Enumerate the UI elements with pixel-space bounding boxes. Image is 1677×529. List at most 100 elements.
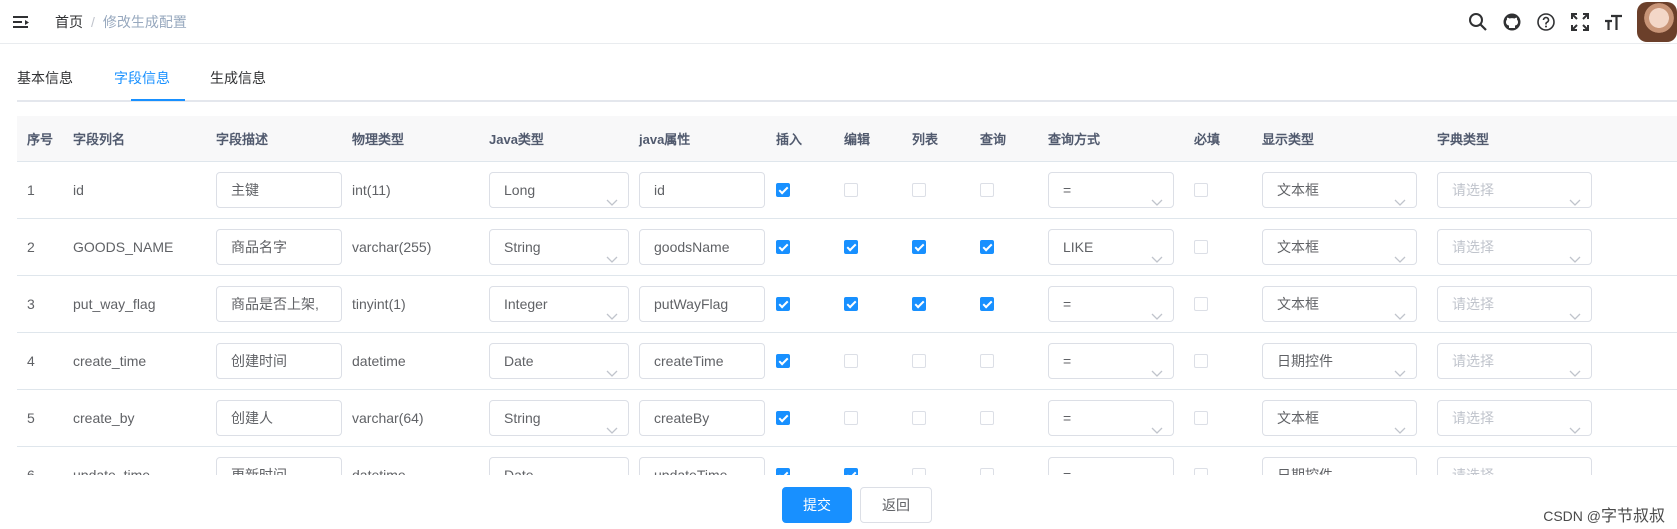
list-checkbox[interactable] bbox=[912, 296, 926, 311]
edit-checkbox[interactable] bbox=[844, 353, 858, 368]
display-type-select[interactable]: 日期控件 bbox=[1262, 456, 1417, 475]
java-type-select-cell: String bbox=[479, 389, 629, 447]
java-type-select-value: Date bbox=[504, 466, 534, 476]
list-checkbox[interactable] bbox=[912, 410, 926, 425]
dict-type-select[interactable]: 请选择 bbox=[1437, 285, 1592, 322]
insert-checkbox[interactable] bbox=[776, 410, 790, 425]
java-type-select[interactable]: Date bbox=[489, 342, 629, 379]
display-type-select[interactable]: 文本框 bbox=[1262, 285, 1417, 322]
list-checkbox[interactable] bbox=[912, 239, 926, 254]
tab-generate-info[interactable]: 生成信息 bbox=[210, 68, 266, 88]
query-type-select-value: LIKE bbox=[1063, 238, 1094, 255]
column-header: 查询方式 bbox=[1038, 116, 1184, 162]
java-property-input[interactable]: id bbox=[639, 171, 765, 208]
navbar-right-menu bbox=[1461, 0, 1677, 44]
github-icon[interactable] bbox=[1502, 12, 1522, 32]
edit-checkbox[interactable] bbox=[844, 182, 858, 197]
font-size-icon[interactable] bbox=[1604, 12, 1624, 32]
insert-checkbox[interactable] bbox=[776, 239, 790, 254]
query-checkbox[interactable] bbox=[980, 182, 994, 197]
required-checkbox[interactable] bbox=[1194, 467, 1208, 475]
description-input[interactable]: 更新时间 bbox=[216, 456, 342, 475]
breadcrumb-home[interactable]: 首页 bbox=[55, 12, 83, 32]
list-checkbox[interactable] bbox=[912, 182, 926, 197]
hamburger-menu-icon[interactable] bbox=[12, 12, 32, 32]
edit-checkbox[interactable] bbox=[844, 239, 858, 254]
query-type-select[interactable]: = bbox=[1048, 399, 1174, 436]
display-type-select[interactable]: 文本框 bbox=[1262, 228, 1417, 265]
query-checkbox[interactable] bbox=[980, 296, 994, 311]
java-property-input[interactable]: updateTime bbox=[639, 456, 765, 475]
query-checkbox[interactable] bbox=[980, 239, 994, 254]
description-input[interactable]: 创建时间 bbox=[216, 342, 342, 379]
chevron-down-icon bbox=[1151, 185, 1163, 206]
description-input[interactable]: 主键 bbox=[216, 171, 342, 208]
tab-field-info[interactable]: 字段信息 bbox=[114, 68, 170, 88]
java-type-select[interactable]: String bbox=[489, 399, 629, 436]
edit-checkbox[interactable] bbox=[844, 467, 858, 475]
query-type-select[interactable]: LIKE bbox=[1048, 228, 1174, 265]
java-type-select[interactable]: Integer bbox=[489, 285, 629, 322]
insert-checkbox[interactable] bbox=[776, 296, 790, 311]
column-header: 列表 bbox=[902, 116, 970, 162]
query-checkbox[interactable] bbox=[980, 410, 994, 425]
required-checkbox[interactable] bbox=[1194, 353, 1208, 368]
description-input[interactable]: 商品名字 bbox=[216, 228, 342, 265]
java-type-select[interactable]: Date bbox=[489, 456, 629, 476]
search-icon[interactable] bbox=[1468, 12, 1488, 32]
java-type-select[interactable]: String bbox=[489, 228, 629, 265]
required-checkbox[interactable] bbox=[1194, 296, 1208, 311]
query-type-select[interactable]: = bbox=[1048, 171, 1174, 208]
required-checkbox[interactable] bbox=[1194, 410, 1208, 425]
query-type-select[interactable]: = bbox=[1048, 342, 1174, 379]
java-property-input[interactable]: goodsName bbox=[639, 228, 765, 265]
java-type-select[interactable]: Long bbox=[489, 171, 629, 208]
list-checkbox[interactable] bbox=[912, 467, 926, 475]
display-type-select-value: 文本框 bbox=[1277, 295, 1319, 312]
edit-checkbox[interactable] bbox=[844, 410, 858, 425]
dict-type-select[interactable]: 请选择 bbox=[1437, 171, 1592, 208]
query-checkbox-cell bbox=[970, 161, 1038, 219]
fullscreen-icon[interactable] bbox=[1570, 12, 1590, 32]
insert-checkbox-cell bbox=[766, 389, 834, 447]
edit-checkbox-cell bbox=[834, 446, 902, 475]
help-icon[interactable] bbox=[1536, 12, 1556, 32]
query-checkbox[interactable] bbox=[980, 353, 994, 368]
insert-checkbox[interactable] bbox=[776, 353, 790, 368]
watermark: CSDN @字节叔叔 bbox=[1543, 502, 1665, 526]
query-type-select[interactable]: = bbox=[1048, 456, 1174, 475]
display-type-select[interactable]: 文本框 bbox=[1262, 171, 1417, 208]
back-button[interactable]: 返回 bbox=[860, 487, 932, 523]
required-checkbox[interactable] bbox=[1194, 182, 1208, 197]
insert-checkbox[interactable] bbox=[776, 182, 790, 197]
submit-button[interactable]: 提交 bbox=[782, 487, 852, 523]
display-type-select[interactable]: 日期控件 bbox=[1262, 342, 1417, 379]
list-checkbox-cell bbox=[902, 389, 970, 447]
dict-type-select[interactable]: 请选择 bbox=[1437, 228, 1592, 265]
java-property-input[interactable]: createBy bbox=[639, 399, 765, 436]
column-header: 查询 bbox=[970, 116, 1038, 162]
list-checkbox[interactable] bbox=[912, 353, 926, 368]
dict-type-select-value: 请选择 bbox=[1452, 295, 1494, 312]
avatar[interactable] bbox=[1637, 2, 1677, 42]
required-checkbox[interactable] bbox=[1194, 239, 1208, 254]
java-property-input[interactable]: createTime bbox=[639, 342, 765, 379]
description-input[interactable]: 创建人 bbox=[216, 399, 342, 436]
dict-type-select[interactable]: 请选择 bbox=[1437, 456, 1592, 475]
query-checkbox[interactable] bbox=[980, 467, 994, 475]
java-property-input[interactable]: putWayFlag bbox=[639, 285, 765, 322]
display-type-select-cell: 文本框 bbox=[1252, 161, 1427, 219]
required-checkbox-cell bbox=[1184, 218, 1252, 276]
display-type-select[interactable]: 文本框 bbox=[1262, 399, 1417, 436]
dict-type-select[interactable]: 请选择 bbox=[1437, 399, 1592, 436]
description-cell: 更新时间 bbox=[206, 446, 342, 475]
query-type-select[interactable]: = bbox=[1048, 285, 1174, 322]
description-input[interactable]: 商品是否上架, bbox=[216, 285, 342, 322]
insert-checkbox[interactable] bbox=[776, 467, 790, 475]
dict-type-select[interactable]: 请选择 bbox=[1437, 342, 1592, 379]
tab-basic-info[interactable]: 基本信息 bbox=[17, 68, 73, 88]
edit-checkbox[interactable] bbox=[844, 296, 858, 311]
java-property-cell: createBy bbox=[629, 389, 766, 447]
query-type-select-cell: = bbox=[1038, 275, 1184, 333]
watermark-prefix: CSDN @ bbox=[1543, 508, 1601, 524]
